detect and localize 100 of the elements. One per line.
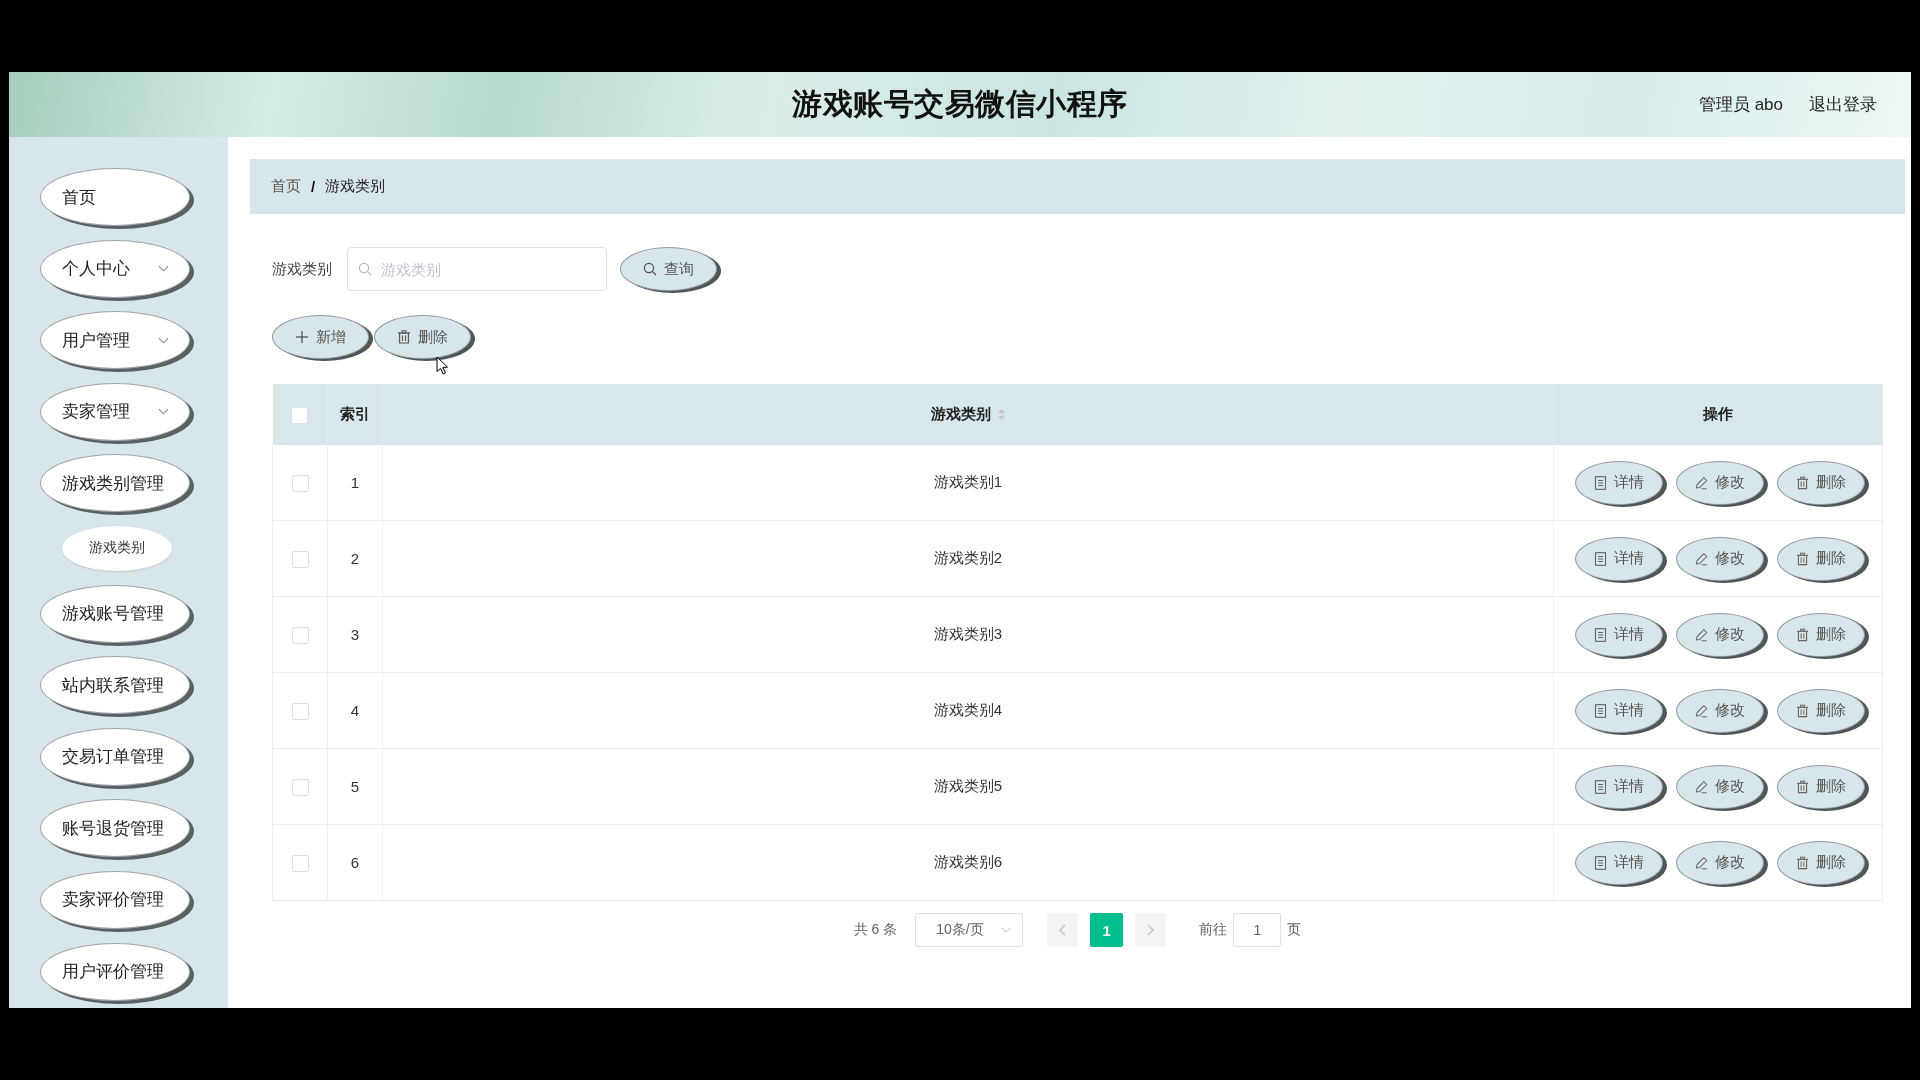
edit-button[interactable]: 修改 bbox=[1676, 840, 1764, 885]
search-icon bbox=[358, 262, 372, 276]
pencil-icon bbox=[1695, 627, 1708, 642]
search-button[interactable]: 查询 bbox=[620, 247, 717, 291]
chevron-down-icon bbox=[158, 336, 169, 344]
column-header: 索引 bbox=[340, 405, 370, 424]
document-icon bbox=[1594, 627, 1607, 642]
detail-button[interactable]: 详情 bbox=[1575, 536, 1663, 581]
sidebar-item[interactable]: 卖家管理 bbox=[40, 382, 190, 441]
sidebar-item[interactable]: 游戏账号管理 bbox=[40, 584, 190, 643]
search-label: 游戏类别 bbox=[272, 259, 333, 279]
sidebar-subitem[interactable]: 游戏类别 bbox=[62, 525, 172, 571]
pencil-icon bbox=[1695, 551, 1708, 566]
goto-page-field[interactable]: 1 bbox=[1233, 913, 1282, 947]
logout-link[interactable]: 退出登录 bbox=[1809, 93, 1877, 116]
category-text: 游戏类别2 bbox=[933, 549, 1003, 566]
sidebar-item[interactable]: 卖家评价管理 bbox=[40, 870, 190, 929]
detail-button[interactable]: 详情 bbox=[1575, 688, 1663, 733]
detail-button[interactable]: 详情 bbox=[1575, 612, 1663, 657]
detail-button[interactable]: 详情 bbox=[1575, 460, 1663, 505]
sidebar-item[interactable]: 游戏类别管理 bbox=[40, 454, 190, 513]
delete-button[interactable]: 删除 bbox=[374, 315, 471, 359]
trash-icon bbox=[1796, 551, 1809, 566]
trash-icon bbox=[1796, 475, 1809, 490]
app-title: 游戏账号交易微信小程序 bbox=[792, 86, 1128, 122]
search-icon bbox=[643, 262, 657, 276]
chevron-down-icon bbox=[158, 265, 169, 273]
index-text: 5 bbox=[350, 778, 360, 795]
delete-button[interactable]: 删除 bbox=[1777, 840, 1865, 885]
trash-icon bbox=[1796, 779, 1809, 794]
breadcrumb-link[interactable]: 游戏类别 bbox=[325, 177, 386, 196]
delete-button[interactable]: 删除 bbox=[1777, 460, 1865, 505]
breadcrumb-link[interactable]: 首页 bbox=[271, 177, 301, 196]
sidebar-item[interactable]: 用户评价管理 bbox=[40, 942, 190, 1001]
delete-button[interactable]: 删除 bbox=[1777, 536, 1865, 581]
index-text: 6 bbox=[350, 854, 360, 871]
index-text: 2 bbox=[350, 550, 360, 567]
pencil-icon bbox=[1695, 703, 1708, 718]
sidebar-item[interactable]: 站内联系管理 bbox=[40, 656, 190, 715]
row-checkbox[interactable] bbox=[291, 474, 309, 492]
edit-button[interactable]: 修改 bbox=[1676, 460, 1764, 505]
column-header: 操作 bbox=[1703, 405, 1733, 424]
trash-icon bbox=[397, 330, 411, 344]
edit-button[interactable]: 修改 bbox=[1676, 612, 1764, 657]
trash-icon bbox=[1796, 703, 1809, 718]
column-header[interactable]: 游戏类别 bbox=[930, 405, 991, 424]
row-checkbox[interactable] bbox=[291, 550, 309, 568]
delete-button[interactable]: 删除 bbox=[1777, 764, 1865, 809]
chevron-right-icon bbox=[1147, 924, 1155, 936]
sidebar-item[interactable]: 个人中心 bbox=[40, 239, 190, 298]
sidebar-item[interactable]: 账号退货管理 bbox=[40, 799, 190, 858]
page-unit-label: 页 bbox=[1287, 921, 1302, 939]
category-text: 游戏类别6 bbox=[933, 853, 1003, 870]
search-field[interactable]: 游戏类别 bbox=[347, 247, 607, 291]
document-icon bbox=[1594, 779, 1607, 794]
sidebar-item[interactable]: 首页 bbox=[40, 168, 190, 226]
row-checkbox[interactable] bbox=[291, 626, 309, 644]
chevron-down-icon bbox=[1001, 927, 1012, 933]
page-size-select[interactable]: 10条/页 bbox=[915, 913, 1024, 947]
trash-icon bbox=[1796, 855, 1809, 870]
next-page-button[interactable] bbox=[1135, 913, 1167, 947]
row-checkbox[interactable] bbox=[291, 778, 309, 796]
chevron-down-icon bbox=[158, 408, 169, 416]
delete-button[interactable]: 删除 bbox=[1777, 688, 1865, 733]
row-checkbox[interactable] bbox=[291, 854, 309, 872]
index-text: 3 bbox=[350, 626, 360, 643]
detail-button[interactable]: 详情 bbox=[1575, 764, 1663, 809]
sidebar-item[interactable]: 用户管理 bbox=[40, 311, 190, 370]
index-text: 4 bbox=[350, 702, 360, 719]
add-button[interactable]: 新增 bbox=[272, 315, 369, 359]
document-icon bbox=[1594, 703, 1607, 718]
document-icon bbox=[1594, 551, 1607, 566]
select-all-checkbox[interactable] bbox=[291, 406, 309, 424]
breadcrumb-separator: / bbox=[311, 178, 316, 195]
document-icon bbox=[1594, 475, 1607, 490]
trash-icon bbox=[1796, 627, 1809, 642]
pencil-icon bbox=[1695, 475, 1708, 490]
total-count: 共 6 条 bbox=[853, 921, 898, 939]
user-label: 管理员 abo bbox=[1698, 94, 1783, 116]
delete-button[interactable]: 删除 bbox=[1777, 612, 1865, 657]
sort-icon[interactable] bbox=[996, 408, 1006, 421]
mouse-pointer-icon bbox=[436, 356, 448, 375]
pencil-icon bbox=[1695, 855, 1708, 870]
category-text: 游戏类别4 bbox=[933, 701, 1003, 718]
plus-icon bbox=[295, 330, 309, 344]
category-text: 游戏类别3 bbox=[933, 625, 1003, 642]
chevron-left-icon bbox=[1059, 924, 1067, 936]
sidebar-item[interactable]: 交易订单管理 bbox=[40, 727, 190, 786]
detail-button[interactable]: 详情 bbox=[1575, 840, 1663, 885]
edit-button[interactable]: 修改 bbox=[1676, 536, 1764, 581]
edit-button[interactable]: 修改 bbox=[1676, 688, 1764, 733]
index-text: 1 bbox=[350, 474, 360, 491]
goto-label: 前往 bbox=[1199, 921, 1228, 939]
category-text: 游戏类别5 bbox=[933, 777, 1003, 794]
document-icon bbox=[1594, 855, 1607, 870]
row-checkbox[interactable] bbox=[291, 702, 309, 720]
pencil-icon bbox=[1695, 779, 1708, 794]
category-text: 游戏类别1 bbox=[933, 473, 1003, 490]
edit-button[interactable]: 修改 bbox=[1676, 764, 1764, 809]
previous-page-button[interactable] bbox=[1047, 913, 1079, 947]
